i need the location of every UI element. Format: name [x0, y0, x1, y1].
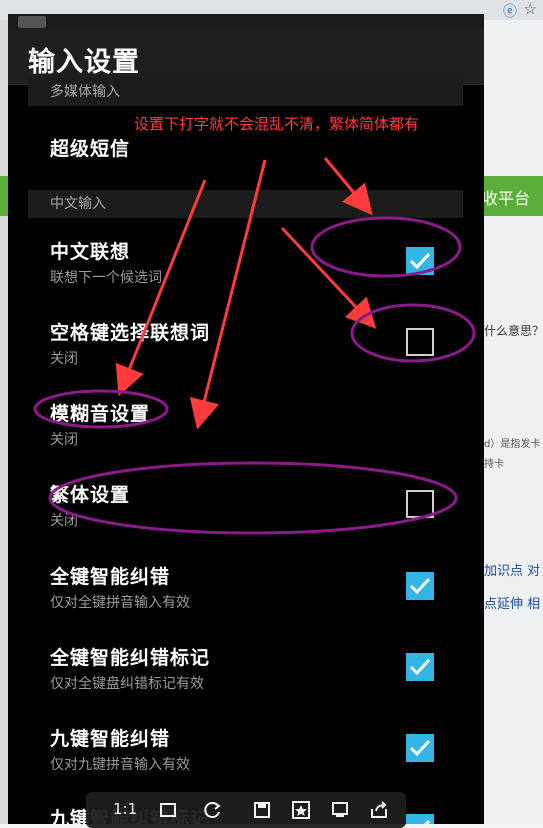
annotation-arrow: [189, 159, 267, 430]
annotation-ellipse: [33, 389, 169, 429]
annotation-ellipse: [350, 303, 476, 363]
viewer-toolbar: 1:1: [86, 792, 406, 828]
annotation-note: 设置下打字就不会混乱不清，繁体简体都有: [134, 115, 420, 133]
annotation-arrow: [115, 179, 207, 397]
annotation-arrow: [323, 157, 373, 216]
favorite-icon[interactable]: [291, 800, 311, 820]
save-icon[interactable]: [252, 800, 272, 820]
fullscreen-icon[interactable]: [330, 800, 350, 820]
zoom-actual-size-button[interactable]: 1:1: [113, 800, 137, 818]
rotate-icon[interactable]: [203, 800, 223, 820]
annotation-ellipse: [48, 461, 458, 535]
fit-window-icon[interactable]: [158, 800, 178, 820]
share-icon[interactable]: [369, 800, 389, 820]
annotation-ellipse: [310, 216, 462, 278]
